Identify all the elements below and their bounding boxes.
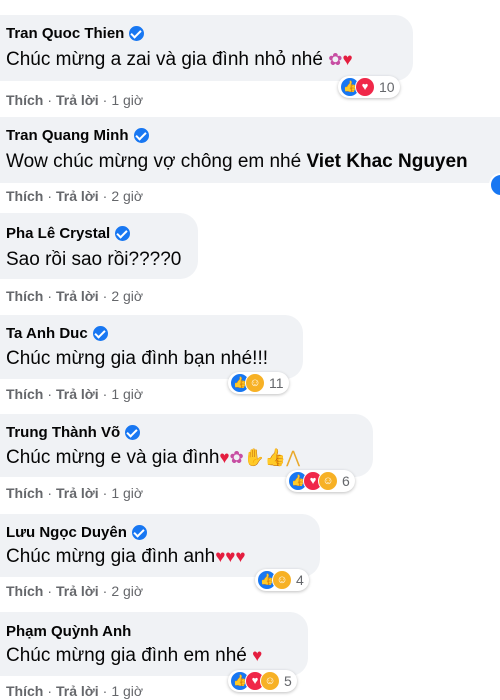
comment-text: Chúc mừng gia đình anh♥♥♥ (6, 546, 246, 567)
heart-emoji-icon: ♥ (342, 50, 353, 69)
author-name[interactable]: Pha Lê Crystal (6, 225, 131, 242)
clap-emoji-icon: ✋ (243, 448, 265, 467)
care-icon: ☺ (245, 373, 265, 393)
heart-emoji-icon: ♥ (219, 448, 230, 467)
comment-bubble: Ta Anh Duc Chúc mừng gia đình bạn nhé!!! (0, 315, 303, 379)
comment-text: Chúc mừng e và gia đình♥✿✋👍⋀ (6, 447, 301, 468)
comment-actions: Thích · Trả lời · 1 giờ (6, 92, 144, 108)
love-icon: ♥ (355, 77, 375, 97)
comment-actions: Thích · Trả lời · 1 giờ (6, 386, 144, 402)
verified-badge-icon (92, 326, 108, 341)
like-icon[interactable] (489, 173, 500, 197)
reply-link[interactable]: Trả lời (56, 485, 99, 501)
care-icon: ☺ (272, 570, 292, 590)
reply-link[interactable]: Trả lời (56, 92, 99, 108)
author-name[interactable]: Phạm Quỳnh Anh (6, 623, 131, 640)
pray-emoji-icon: ⋀ (286, 448, 301, 467)
comment-actions: Thích · Trả lời · 2 giờ (6, 583, 144, 599)
comment-text: Chúc mừng a zai và gia đình nhỏ nhé ✿♥ (6, 49, 353, 70)
comment-bubble: Trung Thành Võ Chúc mừng e và gia đình♥✿… (0, 414, 373, 477)
reply-link[interactable]: Trả lời (56, 288, 99, 304)
flower-emoji-icon: ✿ (229, 448, 244, 467)
comment-text: Wow chúc mừng vợ chông em nhé Viet Khac … (6, 151, 468, 172)
like-link[interactable]: Thích (6, 188, 43, 204)
timestamp[interactable]: 1 giờ (111, 92, 143, 108)
reaction-count: 5 (284, 673, 292, 689)
comment-text: Sao rồi sao rồi????0 (6, 249, 182, 270)
reaction-count: 6 (342, 473, 350, 489)
timestamp[interactable]: 1 giờ (111, 683, 143, 699)
heart-emoji-icon: ♥ (215, 547, 226, 566)
reaction-summary[interactable]: 👍 ☺ 4 (255, 569, 309, 591)
author-name[interactable]: Tran Quang Minh (6, 127, 149, 144)
reply-link[interactable]: Trả lời (56, 583, 99, 599)
comment-bubble: Phạm Quỳnh Anh Chúc mừng gia đình em nhé… (0, 612, 308, 676)
reaction-count: 4 (296, 572, 304, 588)
timestamp[interactable]: 2 giờ (111, 583, 143, 599)
comment-bubble: Lưu Ngọc Duyên Chúc mừng gia đình anh♥♥♥ (0, 514, 320, 577)
author-name[interactable]: Lưu Ngọc Duyên (6, 524, 147, 541)
author-name[interactable]: Trung Thành Võ (6, 424, 141, 441)
comment-bubble: Pha Lê Crystal Sao rồi sao rồi????0 (0, 213, 198, 279)
flower-emoji-icon: ✿ (328, 50, 343, 69)
care-icon: ☺ (260, 671, 280, 691)
comment-bubble: Tran Quoc Thien Chúc mừng a zai và gia đ… (0, 15, 413, 81)
timestamp[interactable]: 1 giờ (111, 386, 143, 402)
comment-bubble: Tran Quang Minh Wow chúc mừng vợ chông e… (0, 117, 500, 183)
like-link[interactable]: Thích (6, 683, 43, 699)
heart-emoji-icon: ♥ (252, 646, 263, 665)
reaction-count: 11 (269, 375, 284, 391)
verified-badge-icon (129, 26, 145, 41)
verified-badge-icon (125, 425, 141, 440)
like-link[interactable]: Thích (6, 386, 43, 402)
mention-link[interactable]: Viet Khac Nguyen (306, 151, 467, 172)
reaction-summary[interactable]: 👍 ♥ 10 (338, 76, 400, 98)
comment-actions: Thích · Trả lời · 2 giờ (6, 288, 144, 304)
author-name[interactable]: Ta Anh Duc (6, 325, 108, 342)
author-name[interactable]: Tran Quoc Thien (6, 25, 145, 42)
timestamp[interactable]: 2 giờ (111, 288, 143, 304)
reaction-summary[interactable]: 👍 ♥ ☺ 6 (286, 470, 355, 492)
verified-badge-icon (133, 128, 149, 143)
timestamp[interactable]: 1 giờ (111, 485, 143, 501)
comment-actions: Thích · Trả lời · 2 giờ (6, 188, 144, 204)
reply-link[interactable]: Trả lời (56, 188, 99, 204)
comment-text: Chúc mừng gia đình em nhé ♥ (6, 645, 263, 666)
like-link[interactable]: Thích (6, 92, 43, 108)
comment-text: Chúc mừng gia đình bạn nhé!!! (6, 348, 269, 369)
reply-link[interactable]: Trả lời (56, 386, 99, 402)
like-link[interactable]: Thích (6, 288, 43, 304)
heart-emoji-icon: ♥ (225, 547, 236, 566)
reaction-count: 10 (379, 79, 395, 95)
heart-emoji-icon: ♥ (235, 547, 246, 566)
verified-badge-icon (115, 226, 131, 241)
like-link[interactable]: Thích (6, 485, 43, 501)
verified-badge-icon (131, 525, 147, 540)
care-icon: ☺ (318, 471, 338, 491)
thumbs-up-emoji-icon: 👍 (264, 448, 287, 467)
reply-link[interactable]: Trả lời (56, 683, 99, 699)
like-link[interactable]: Thích (6, 583, 43, 599)
timestamp[interactable]: 2 giờ (111, 188, 143, 204)
reaction-summary[interactable]: 👍 ☺ 11 (228, 372, 289, 394)
comment-actions: Thích · Trả lời · 1 giờ (6, 485, 144, 501)
reaction-summary[interactable]: 👍 ♥ ☺ 5 (228, 670, 297, 692)
comment-actions: Thích · Trả lời · 1 giờ (6, 683, 144, 699)
